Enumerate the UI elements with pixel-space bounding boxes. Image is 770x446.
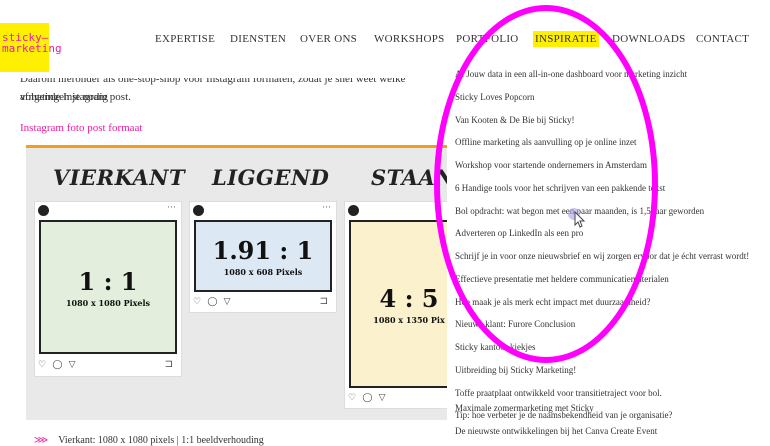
dropdown-item[interactable]: Adverteren op LinkedIn als een pro [455, 228, 583, 238]
inspiratie-dropdown: Al Jouw data in een all-in-one dashboard… [447, 60, 770, 446]
bullet-text: Vierkant: 1080 x 1080 pixels | 1:1 beeld… [58, 435, 264, 446]
portrait-picture: 4 : 5 1080 x 1350 Pix [349, 220, 450, 388]
instagram-formats-image: VIERKANT LIGGEND STAAN ··· 1 : 1 1080 x … [26, 145, 450, 420]
portrait-post-mockup: 4 : 5 1080 x 1350 Pix ♡ ◯ ▽ [344, 201, 450, 409]
landscape-post-mockup: ··· 1.91 : 1 1080 x 608 Pixels ♡ ◯ ▽ ⊐ [189, 201, 337, 313]
dropdown-item[interactable]: Workshop voor startende ondernemers in A… [455, 160, 647, 170]
more-icon: ··· [322, 202, 331, 212]
pixels-label: 1080 x 1080 Pixels [65, 297, 151, 308]
dropdown-item[interactable]: Maximale zomermarketing met Sticky [455, 403, 594, 413]
site-logo[interactable]: sticky— marketing [0, 23, 62, 72]
dropdown-item[interactable]: Al Jouw data in een all-in-one dashboard… [455, 69, 687, 79]
dropdown-item[interactable]: Toffe praatplaat ontwikkeld voor transit… [455, 388, 662, 398]
post-actions-icons: ♡ ◯ ▽ [193, 296, 233, 306]
pixels-label: 1080 x 608 Pixels [223, 266, 303, 277]
nav-item-diensten[interactable]: DIENSTEN [230, 33, 286, 45]
ratio-label: 4 : 5 [379, 283, 439, 313]
avatar [38, 205, 49, 216]
square-post-mockup: ··· 1 : 1 1080 x 1080 Pixels ♡ ◯ ▽ ⊐ [34, 201, 182, 377]
dropdown-item[interactable]: Sticky Loves Popcorn [455, 92, 535, 102]
nav-item-over-ons[interactable]: OVER ONS [300, 33, 357, 45]
format-title-landscape: LIGGEND [212, 165, 330, 190]
format-title-portrait: STAAN [371, 165, 450, 190]
image-accent-line [26, 145, 450, 148]
mouse-cursor-icon [568, 208, 586, 228]
landscape-picture: 1.91 : 1 1080 x 608 Pixels [194, 220, 332, 292]
nav-item-contact[interactable]: CONTACT [696, 33, 749, 45]
dropdown-item[interactable]: Uitbreiding bij Sticky Marketing! [455, 365, 576, 375]
dropdown-item[interactable]: Hoe maak je als merk echt impact met duu… [455, 297, 650, 307]
dropdown-item[interactable]: Van Kooten & De Bie bij Sticky! [455, 115, 574, 125]
post-actions-icons: ♡ ◯ ▽ [38, 359, 78, 369]
nav-item-expertise[interactable]: EXPERTISE [155, 33, 215, 45]
nav-item-workshops[interactable]: WORKSHOPS [374, 33, 445, 45]
dropdown-item[interactable]: 6 Handige tools voor het schrijven van e… [455, 183, 665, 193]
ratio-label: 1.91 : 1 [212, 235, 314, 265]
avatar [193, 205, 204, 216]
bookmark-icon: ⊐ [319, 296, 328, 307]
dropdown-item[interactable]: Sticky kantoor kiekjes [455, 342, 536, 352]
pixels-label: 1080 x 1350 Pix [373, 314, 445, 325]
square-picture: 1 : 1 1080 x 1080 Pixels [39, 220, 177, 354]
dropdown-item[interactable]: Nieuwe klant: Furore Conclusion [455, 319, 575, 329]
nav-item-inspiratie[interactable]: INSPIRATIE [533, 31, 599, 47]
dropdown-item[interactable]: Effectieve presentatie met heldere commu… [455, 274, 669, 284]
paragraph-line: volgende Instagram post. [20, 91, 131, 103]
section-subheading: Instagram foto post formaat [20, 122, 143, 134]
bullet-icon: ⋙ [34, 435, 49, 446]
avatar [348, 205, 359, 216]
bookmark-icon: ⊐ [164, 359, 173, 370]
format-bullet: ⋙ Vierkant: 1080 x 1080 pixels | 1:1 beel… [34, 435, 264, 446]
ratio-label: 1 : 1 [78, 266, 138, 296]
dropdown-item[interactable]: De nieuwste ontwikkelingen bij het Canva… [455, 426, 657, 436]
nav-item-portfolio[interactable]: PORTFOLIO [456, 33, 519, 45]
dropdown-item[interactable]: Offline marketing als aanvulling op je o… [455, 137, 637, 147]
main-nav: EXPERTISE DIENSTEN OVER ONS WORKSHOPS PO… [0, 31, 770, 47]
nav-item-downloads[interactable]: DOWNLOADS [612, 33, 686, 45]
more-icon: ··· [167, 202, 176, 212]
post-actions-icons: ♡ ◯ ▽ [348, 392, 388, 402]
format-title-square: VIERKANT [53, 165, 186, 190]
dropdown-item[interactable]: Schrijf je in voor onze nieuwsbrief en w… [455, 251, 749, 261]
